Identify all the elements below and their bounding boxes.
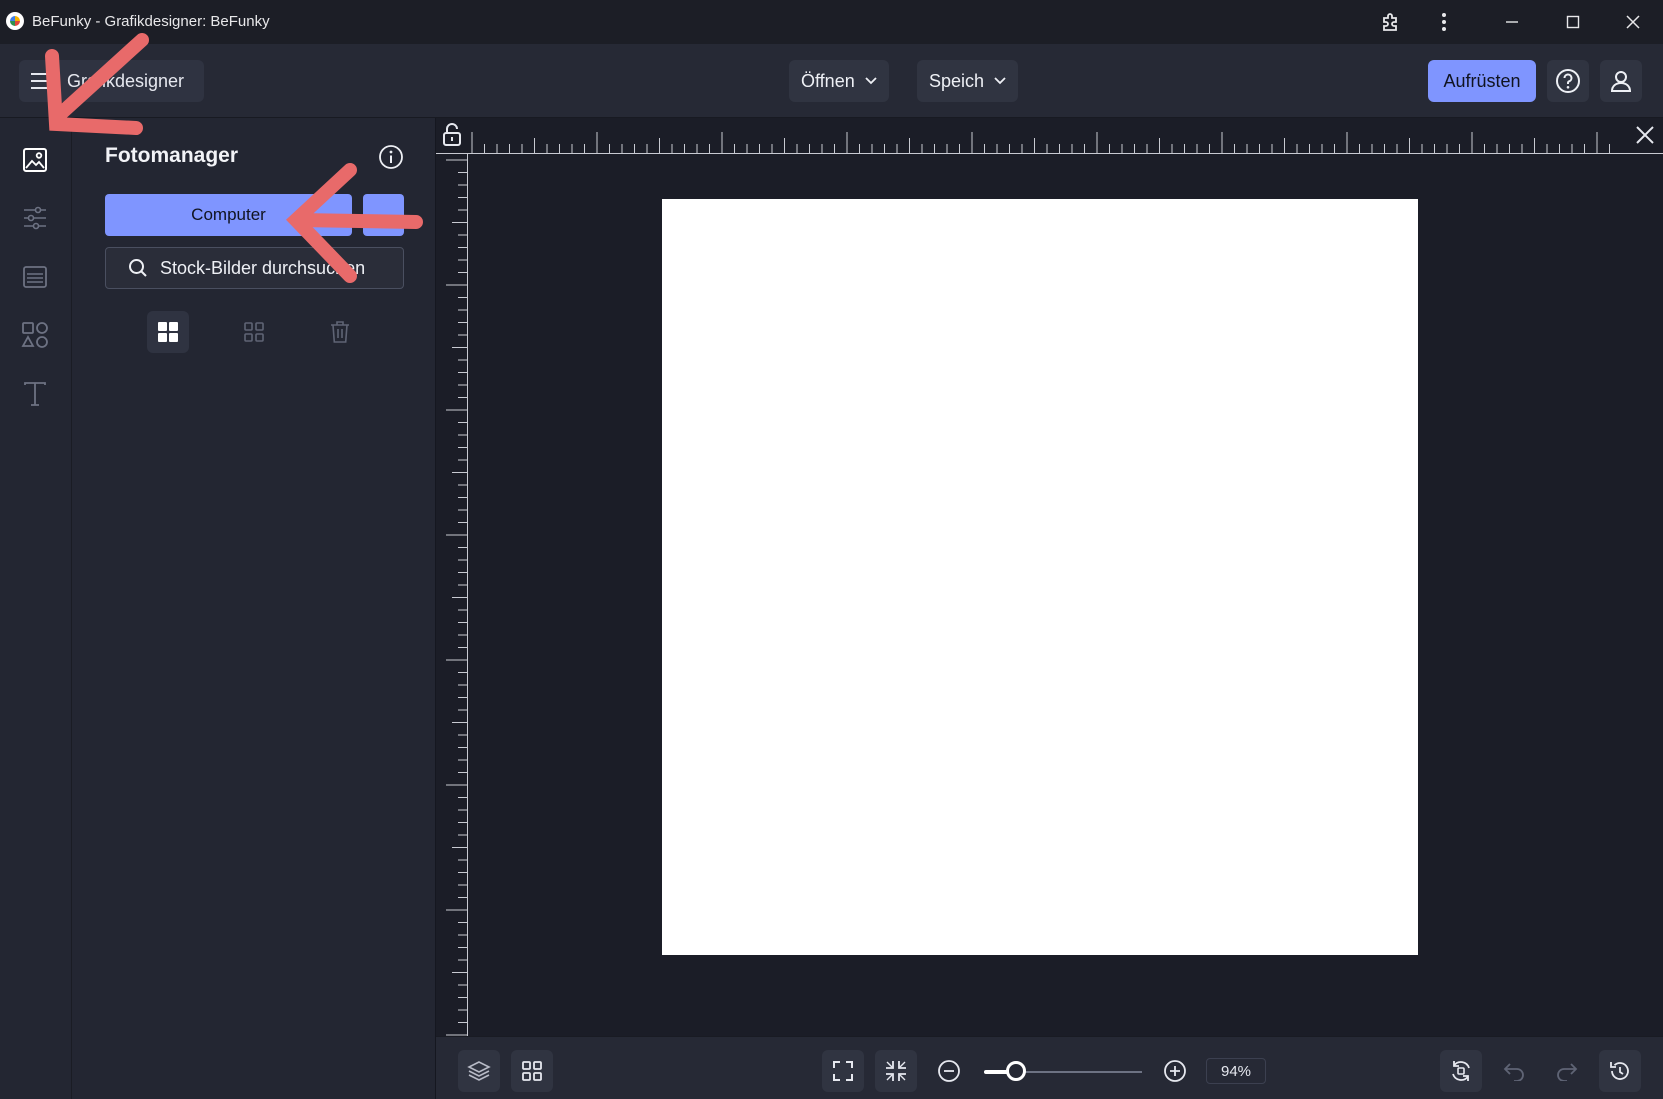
main-menu-button[interactable]: Grafikdesigner <box>19 60 204 102</box>
save-button[interactable]: Speich <box>917 60 1019 102</box>
sliders-icon[interactable] <box>20 203 50 233</box>
close-rulers-icon[interactable] <box>1634 124 1656 146</box>
fit-screen-icon[interactable] <box>822 1050 864 1092</box>
menu-label: Grafikdesigner <box>67 71 185 91</box>
history-icon[interactable] <box>1599 1050 1641 1092</box>
layers-icon[interactable] <box>458 1050 500 1092</box>
help-button[interactable] <box>1547 60 1589 102</box>
redo-icon[interactable] <box>1546 1050 1588 1092</box>
minimize-icon[interactable] <box>1496 8 1528 36</box>
undo-icon[interactable] <box>1493 1050 1535 1092</box>
ruler-lock-icon[interactable] <box>442 122 462 148</box>
zoom-value-field[interactable]: 94% <box>1206 1058 1266 1084</box>
close-icon[interactable] <box>1617 8 1649 36</box>
search-icon <box>128 258 148 278</box>
upgrade-button[interactable]: Aufrüsten <box>1428 60 1536 102</box>
layout-icon[interactable] <box>20 262 50 292</box>
actual-size-icon[interactable] <box>875 1050 917 1092</box>
zoom-unit: % <box>1237 1062 1252 1080</box>
sync-icon[interactable] <box>1440 1050 1482 1092</box>
text-icon[interactable] <box>20 379 50 409</box>
grid-view-icon[interactable] <box>511 1050 553 1092</box>
photo-manager-panel: Fotomanager Computer Stock-Bilder durchs… <box>72 118 436 1099</box>
app-header: Grafikdesigner Öffnen Speich Aufrüsten <box>0 44 1663 118</box>
hamburger-icon <box>30 71 52 91</box>
trash-icon[interactable] <box>319 311 361 353</box>
chevron-down-icon <box>994 77 1006 85</box>
zoom-out-icon[interactable] <box>928 1050 970 1092</box>
upload-source-dropdown[interactable] <box>363 194 404 236</box>
artboard[interactable] <box>662 199 1418 955</box>
extension-icon[interactable] <box>1375 8 1407 36</box>
panel-title: Fotomanager <box>105 144 239 167</box>
more-vert-icon[interactable] <box>1428 8 1460 36</box>
account-button[interactable] <box>1600 60 1642 102</box>
image-icon[interactable] <box>20 145 50 175</box>
shapes-icon[interactable] <box>20 320 50 350</box>
help-icon <box>1555 68 1581 94</box>
app-logo <box>6 12 24 30</box>
user-icon <box>1609 69 1633 93</box>
tool-rail <box>0 118 72 1099</box>
info-icon[interactable] <box>378 144 404 170</box>
zoom-slider-handle[interactable] <box>1005 1061 1026 1081</box>
open-button[interactable]: Öffnen <box>789 60 889 102</box>
window-titlebar: BeFunky - Grafikdesigner: BeFunky <box>0 0 1663 44</box>
stock-search-label: Stock-Bilder durchsuchen <box>160 257 366 278</box>
window-title: BeFunky - Grafikdesigner: BeFunky <box>32 13 270 30</box>
canvas-workspace[interactable] <box>436 118 1663 1036</box>
bottom-toolbar: 94% <box>436 1036 1663 1099</box>
stock-search-button[interactable]: Stock-Bilder durchsuchen <box>105 247 404 289</box>
vertical-ruler <box>436 154 468 1036</box>
maximize-icon[interactable] <box>1557 8 1589 36</box>
computer-upload-button[interactable]: Computer <box>105 194 352 236</box>
chevron-down-icon <box>865 77 877 85</box>
horizontal-ruler <box>436 118 1663 154</box>
open-label: Öffnen <box>801 70 855 91</box>
save-label: Speich <box>929 70 985 91</box>
zoom-in-icon[interactable] <box>1154 1050 1196 1092</box>
zoom-value-number: 94 <box>1220 1062 1238 1080</box>
grid-small-icon[interactable] <box>233 311 275 353</box>
grid-large-icon[interactable] <box>147 311 189 353</box>
